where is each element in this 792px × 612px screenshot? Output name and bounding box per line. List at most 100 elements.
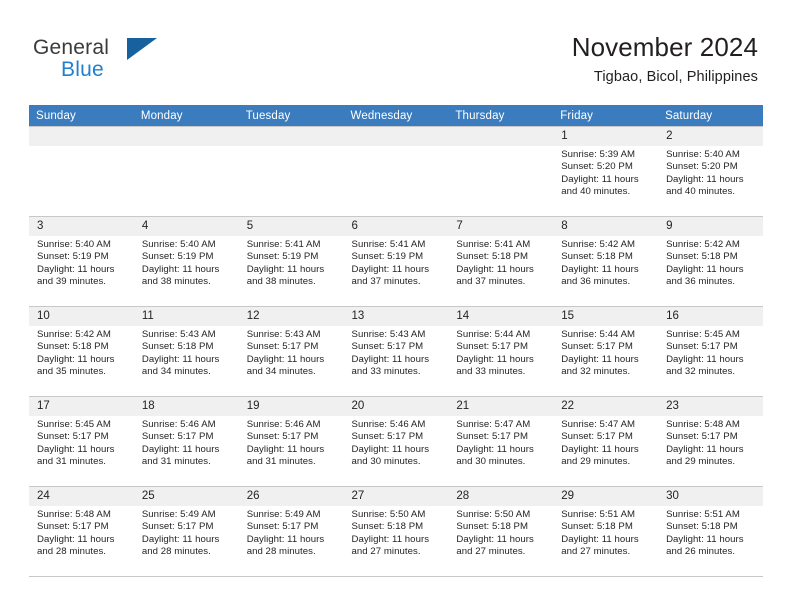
- day-sun-info-line: and 30 minutes.: [351, 456, 421, 468]
- day-sun-info-line: and 29 minutes.: [561, 456, 631, 468]
- day-sun-info-line: Daylight: 11 hours: [666, 263, 744, 275]
- day-sun-info-line: Daylight: 11 hours: [246, 263, 325, 275]
- calendar-day-cell[interactable]: 16 Sunrise: 5:45 AM Sunset: 5:17 PM Dayligh…: [658, 306, 763, 397]
- calendar-day-cell[interactable]: 10 Sunrise: 5:42 AM Sunset: 5:18 PM Dayligh…: [29, 306, 134, 397]
- day-sun-info-line: Sunset: 5:18 PM: [351, 521, 424, 533]
- calendar-day-cell[interactable]: 13 Sunrise: 5:43 AM Sunset: 5:17 PM Dayligh…: [343, 306, 449, 397]
- calendar-day-cell[interactable]: 7 Sunrise: 5:41 AM Sunset: 5:18 PM Daylight…: [448, 216, 554, 307]
- day-sun-info: Sunrise: 5:46 AM Sunset: 5:17 PM Daylight:…: [239, 416, 344, 469]
- day-sun-info-line: Sunrise: 5:40 AM: [141, 239, 216, 250]
- day-sun-info-line: Sunrise: 5:46 AM: [141, 419, 216, 430]
- day-sun-info-line: Sunrise: 5:39 AM: [561, 149, 636, 160]
- day-number: 8: [553, 217, 659, 236]
- weekday-header-monday: Monday: [133, 105, 239, 127]
- brand-logo[interactable]: General Blue: [33, 36, 233, 86]
- calendar-day-cell[interactable]: 6 Sunrise: 5:41 AM Sunset: 5:19 PM Daylight…: [343, 216, 449, 307]
- calendar-day-cell[interactable]: 21 Sunrise: 5:47 AM Sunset: 5:17 PM Dayligh…: [448, 396, 554, 487]
- calendar-day-cell[interactable]: 8 Sunrise: 5:42 AM Sunset: 5:18 PM Daylight…: [553, 216, 659, 307]
- day-sun-info-line: Sunset: 5:19 PM: [351, 251, 424, 263]
- calendar-day-cell[interactable]: 18 Sunrise: 5:46 AM Sunset: 5:17 PM Dayligh…: [133, 396, 239, 487]
- calendar-day-cell[interactable]: 28 Sunrise: 5:50 AM Sunset: 5:18 PM Dayligh…: [448, 486, 554, 577]
- calendar-day-cell[interactable]: 27 Sunrise: 5:50 AM Sunset: 5:18 PM Dayligh…: [343, 486, 449, 577]
- day-number: [238, 127, 344, 146]
- day-sun-info-line: Sunrise: 5:45 AM: [37, 419, 111, 430]
- calendar-day-cell[interactable]: 23 Sunrise: 5:48 AM Sunset: 5:17 PM Dayligh…: [658, 396, 763, 487]
- calendar-day-cell[interactable]: 2 Sunrise: 5:40 AM Sunset: 5:20 PM Daylight…: [658, 126, 763, 217]
- day-sun-info-line: Daylight: 11 hours: [561, 353, 639, 365]
- calendar-day-cell[interactable]: 22 Sunrise: 5:47 AM Sunset: 5:17 PM Dayligh…: [553, 396, 659, 487]
- calendar-day-cell[interactable]: 1 Sunrise: 5:39 AM Sunset: 5:20 PM Daylight…: [553, 126, 659, 217]
- day-sun-info-line: Sunset: 5:17 PM: [666, 341, 738, 353]
- day-sun-info-line: and 38 minutes.: [141, 276, 211, 288]
- weekday-header-tuesday: Tuesday: [238, 105, 344, 127]
- day-sun-info-line: Daylight: 11 hours: [141, 443, 220, 455]
- calendar-day-cell[interactable]: 20 Sunrise: 5:46 AM Sunset: 5:17 PM Dayligh…: [343, 396, 449, 487]
- calendar-day-cell[interactable]: 26 Sunrise: 5:49 AM Sunset: 5:17 PM Dayligh…: [238, 486, 344, 577]
- calendar-day-cell[interactable]: 9 Sunrise: 5:42 AM Sunset: 5:18 PM Daylight…: [658, 216, 763, 307]
- calendar-day-cell[interactable]: 24 Sunrise: 5:48 AM Sunset: 5:17 PM Dayligh…: [29, 486, 134, 577]
- day-sun-info-line: and 34 minutes.: [246, 366, 316, 378]
- day-sun-info-line: Sunrise: 5:42 AM: [561, 239, 636, 250]
- day-sun-info-line: Daylight: 11 hours: [351, 533, 430, 545]
- day-number: 6: [343, 217, 449, 236]
- day-sun-info-line: and 37 minutes.: [456, 276, 526, 288]
- day-number: 17: [29, 397, 134, 416]
- day-number: 2: [658, 127, 763, 146]
- day-number: 26: [238, 487, 344, 506]
- calendar-day-cell[interactable]: 5 Sunrise: 5:41 AM Sunset: 5:19 PM Daylight…: [238, 216, 344, 307]
- day-sun-info-line: Daylight: 11 hours: [37, 533, 115, 545]
- day-sun-info-line: Daylight: 11 hours: [351, 353, 430, 365]
- calendar-day-cell[interactable]: 11 Sunrise: 5:43 AM Sunset: 5:18 PM Dayligh…: [133, 306, 239, 397]
- day-number: 20: [343, 397, 449, 416]
- day-sun-info: Sunrise: 5:45 AM Sunset: 5:17 PM Daylight:…: [658, 326, 763, 379]
- day-sun-info-line: Sunset: 5:19 PM: [37, 251, 109, 263]
- calendar-day-cell[interactable]: 17 Sunrise: 5:45 AM Sunset: 5:17 PM Dayligh…: [29, 396, 134, 487]
- day-number: 15: [553, 307, 659, 326]
- calendar-day-cell[interactable]: 30 Sunrise: 5:51 AM Sunset: 5:18 PM Dayligh…: [658, 486, 763, 577]
- calendar-day-cell[interactable]: 25 Sunrise: 5:49 AM Sunset: 5:17 PM Dayligh…: [133, 486, 239, 577]
- day-number: 21: [448, 397, 554, 416]
- day-sun-info-line: Sunrise: 5:51 AM: [666, 509, 740, 520]
- day-sun-info-line: Sunrise: 5:47 AM: [561, 419, 636, 430]
- calendar-day-cell[interactable]: 14 Sunrise: 5:44 AM Sunset: 5:17 PM Dayligh…: [448, 306, 554, 397]
- day-sun-info-line: Sunset: 5:17 PM: [246, 341, 319, 353]
- day-sun-info-line: Sunset: 5:20 PM: [561, 161, 633, 173]
- weekday-header-wednesday: Wednesday: [343, 105, 449, 127]
- day-sun-info-line: Sunrise: 5:40 AM: [37, 239, 111, 250]
- calendar-day-cell[interactable]: 29 Sunrise: 5:51 AM Sunset: 5:18 PM Dayligh…: [553, 486, 659, 577]
- calendar-day-cell[interactable]: 15 Sunrise: 5:44 AM Sunset: 5:17 PM Dayligh…: [553, 306, 659, 397]
- day-sun-info-line: Sunset: 5:18 PM: [561, 251, 633, 263]
- page-subtitle: Tigbao, Bicol, Philippines: [593, 69, 758, 85]
- day-sun-info-line: Sunrise: 5:47 AM: [456, 419, 531, 430]
- day-sun-info-line: Daylight: 11 hours: [561, 533, 639, 545]
- calendar-day-cell[interactable]: 3 Sunrise: 5:40 AM Sunset: 5:19 PM Daylight…: [29, 216, 134, 307]
- day-sun-info-line: Sunrise: 5:41 AM: [351, 239, 426, 250]
- day-number: 10: [29, 307, 134, 326]
- day-number: 25: [133, 487, 239, 506]
- day-number: 23: [658, 397, 763, 416]
- day-sun-info: Sunrise: 5:47 AM Sunset: 5:17 PM Daylight:…: [553, 416, 658, 469]
- day-sun-info-line: Sunset: 5:17 PM: [246, 521, 319, 533]
- calendar-grid: Sunday Monday Tuesday Wednesday Thursday…: [29, 105, 763, 577]
- calendar-week-row: 24 Sunrise: 5:48 AM Sunset: 5:17 PM Dayligh…: [29, 486, 763, 577]
- page-header: General Blue November 2024 Tigbao, Bicol…: [0, 0, 792, 104]
- day-sun-info-line: and 31 minutes.: [37, 456, 107, 468]
- day-sun-info: Sunrise: 5:41 AM Sunset: 5:19 PM Daylight:…: [344, 236, 449, 289]
- calendar-empty-cell: [29, 126, 134, 217]
- day-number: 4: [133, 217, 239, 236]
- weekday-header-row: Sunday Monday Tuesday Wednesday Thursday…: [29, 105, 763, 127]
- triangle-flag-icon: [127, 38, 157, 60]
- calendar-day-cell[interactable]: 12 Sunrise: 5:43 AM Sunset: 5:17 PM Dayligh…: [238, 306, 344, 397]
- day-number: [448, 127, 554, 146]
- day-sun-info-line: Sunrise: 5:43 AM: [141, 329, 216, 340]
- calendar-day-cell[interactable]: 4 Sunrise: 5:40 AM Sunset: 5:19 PM Daylight…: [133, 216, 239, 307]
- weekday-header-saturday: Saturday: [658, 105, 763, 127]
- calendar-day-cell[interactable]: 19 Sunrise: 5:46 AM Sunset: 5:17 PM Dayligh…: [238, 396, 344, 487]
- day-sun-info-line: Sunrise: 5:49 AM: [246, 509, 321, 520]
- calendar-week-row: 10 Sunrise: 5:42 AM Sunset: 5:18 PM Dayligh…: [29, 306, 763, 397]
- calendar-empty-cell: [238, 126, 344, 217]
- day-sun-info: Sunrise: 5:50 AM Sunset: 5:18 PM Daylight:…: [344, 506, 449, 559]
- day-sun-info-line: Daylight: 11 hours: [37, 443, 115, 455]
- day-sun-info-line: and 28 minutes.: [37, 546, 107, 558]
- day-sun-info-line: Sunrise: 5:41 AM: [246, 239, 321, 250]
